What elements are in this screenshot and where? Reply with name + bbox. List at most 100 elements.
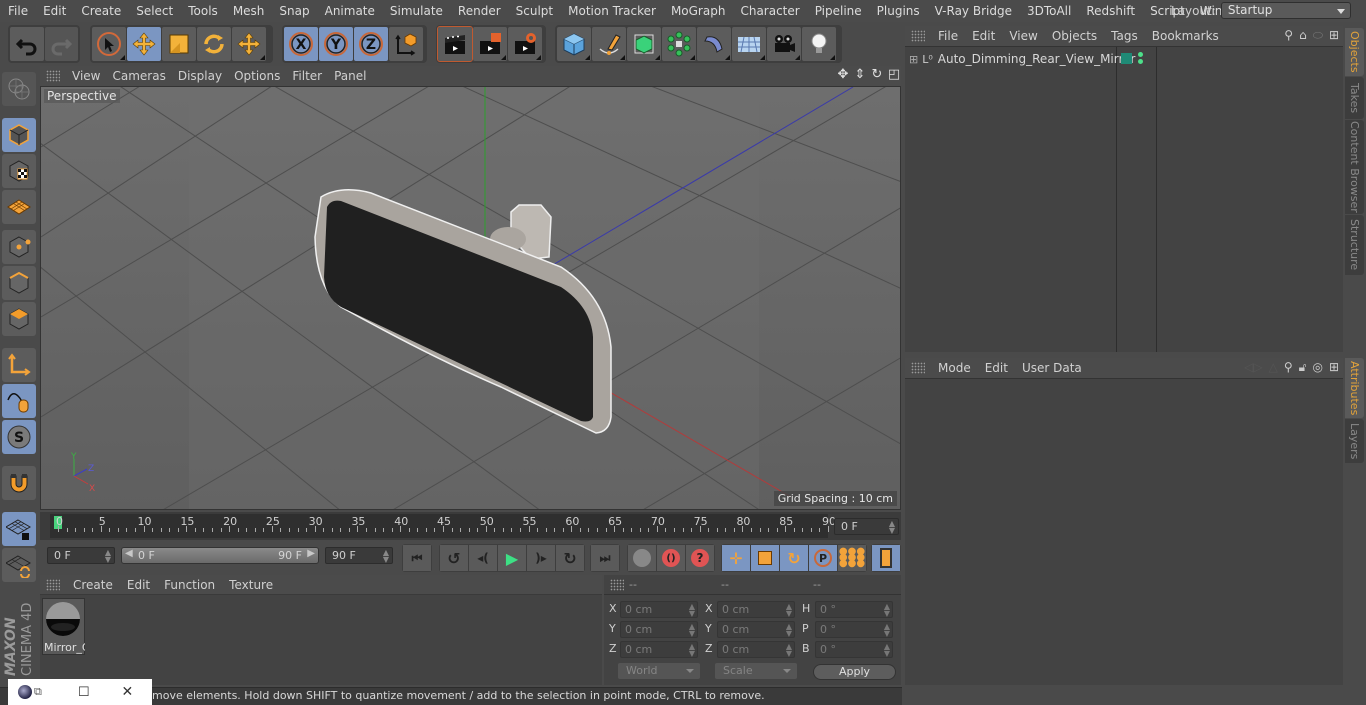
pos-z-field[interactable]: 0 cm ▲ ▼: [620, 641, 698, 658]
tab-layers[interactable]: Layers: [1345, 419, 1364, 463]
snap-button[interactable]: [2, 466, 36, 500]
spinner-icon[interactable]: ▲ ▼: [383, 549, 389, 564]
viewport-menu-display[interactable]: Display: [172, 69, 228, 83]
panel-grip-icon[interactable]: [911, 362, 925, 374]
axis-mode-button[interactable]: [2, 348, 36, 382]
object-menu-tags[interactable]: Tags: [1104, 29, 1145, 43]
coordinate-space-dropdown[interactable]: World: [618, 663, 700, 679]
camera-button[interactable]: [767, 27, 801, 61]
material-menu-function[interactable]: Function: [157, 578, 222, 592]
menu-file[interactable]: File: [0, 4, 35, 18]
menu-tools[interactable]: Tools: [180, 4, 225, 18]
move-button[interactable]: [127, 27, 161, 61]
menu-simulate[interactable]: Simulate: [382, 4, 450, 18]
restore-icon[interactable]: ⧉: [34, 685, 42, 699]
motion-record-button[interactable]: [628, 545, 656, 571]
panel-grip-icon[interactable]: [610, 578, 624, 591]
material-menu-texture[interactable]: Texture: [222, 578, 280, 592]
current-frame-field[interactable]: 0 F ▲ ▼: [834, 518, 899, 535]
expand-icon[interactable]: ⊞: [909, 53, 918, 66]
frame-range-slider[interactable]: ◀ 0 F 90 F ▶: [121, 547, 319, 564]
range-right-arrow-icon[interactable]: ▶: [307, 548, 315, 559]
coordinate-mode-dropdown[interactable]: Scale: [715, 663, 797, 679]
attribute-menu-user-data[interactable]: User Data: [1015, 361, 1089, 375]
key-rotation-button[interactable]: ↻: [780, 545, 808, 571]
object-menu-edit[interactable]: Edit: [965, 29, 1002, 43]
solo-button[interactable]: S: [2, 420, 36, 454]
orbit-icon[interactable]: ↻: [870, 67, 884, 83]
menu-create[interactable]: Create: [73, 4, 128, 18]
go-to-start-button[interactable]: ⏮: [403, 545, 431, 571]
menu-motion-tracker[interactable]: Motion Tracker: [560, 4, 663, 18]
edges-mode-button[interactable]: [2, 266, 36, 300]
menu-snap[interactable]: Snap: [271, 4, 316, 18]
viewport-menu-view[interactable]: View: [66, 69, 106, 83]
object-menu-bookmarks[interactable]: Bookmarks: [1145, 29, 1226, 43]
render-visibility-dot[interactable]: [1138, 59, 1143, 64]
previous-key-button[interactable]: ↺: [440, 545, 468, 571]
tab-content-browser[interactable]: Content Browser: [1345, 120, 1364, 214]
redo-button[interactable]: [44, 27, 78, 61]
tab-objects[interactable]: Objects: [1345, 28, 1364, 76]
next-frame-button[interactable]: )▸: [527, 545, 555, 571]
y-axis-lock-button[interactable]: Y: [319, 27, 353, 61]
timeline-ruler[interactable]: 0 5 10 15 20 25 30 35 40 45 50 55 60 65 70 75 80 85 90: [50, 514, 836, 538]
autokey-button[interactable]: (): [657, 545, 685, 571]
menu-select[interactable]: Select: [128, 4, 180, 18]
pos-y-field[interactable]: 0 cm ▲ ▼: [620, 621, 698, 638]
target-icon[interactable]: ◎: [1312, 360, 1322, 375]
make-editable-button[interactable]: [2, 72, 36, 106]
panel-grip-icon[interactable]: [46, 70, 60, 82]
size-x-field[interactable]: 0 cm ▲ ▼: [717, 601, 795, 618]
pen-spline-button[interactable]: [592, 27, 626, 61]
key-pla-button[interactable]: ●●● ●●● ●●●: [838, 545, 866, 571]
previous-frame-button[interactable]: ◂(: [469, 545, 497, 571]
new-panel-icon[interactable]: ⊞: [1329, 360, 1339, 375]
recent-tool-button[interactable]: [232, 27, 266, 61]
spinner-icon[interactable]: ▲ ▼: [105, 549, 111, 564]
keyframe-selection-button[interactable]: ?: [686, 545, 714, 571]
menu-mograph[interactable]: MoGraph: [663, 4, 733, 18]
menu-render[interactable]: Render: [450, 4, 508, 18]
layout-dropdown[interactable]: Startup: [1220, 2, 1351, 19]
menu-3dtoall[interactable]: 3DToAll: [1019, 4, 1078, 18]
tab-structure[interactable]: Structure: [1345, 215, 1364, 275]
menu-redshift[interactable]: Redshift: [1078, 4, 1142, 18]
start-frame-field[interactable]: 0 F ▲ ▼: [47, 547, 115, 564]
cinema4d-app-icon[interactable]: [18, 685, 32, 699]
panel-grip-icon[interactable]: [46, 578, 60, 591]
material-menu-create[interactable]: Create: [66, 578, 120, 592]
pan-icon[interactable]: ✥: [836, 67, 850, 83]
rot-p-field[interactable]: 0 ° ▲ ▼: [815, 621, 893, 638]
viewport-menu-panel[interactable]: Panel: [328, 69, 372, 83]
material-menu-edit[interactable]: Edit: [120, 578, 157, 592]
menu-mesh[interactable]: Mesh: [225, 4, 272, 18]
object-menu-file[interactable]: File: [931, 29, 965, 43]
editor-visibility-dot[interactable]: [1138, 52, 1143, 57]
end-frame-field[interactable]: 90 F ▲ ▼: [325, 547, 393, 564]
search-icon[interactable]: ⚲: [1284, 28, 1293, 43]
key-parameter-button[interactable]: P: [809, 545, 837, 571]
subdivision-button[interactable]: [627, 27, 661, 61]
attribute-menu-edit[interactable]: Edit: [978, 361, 1015, 375]
model-mode-button[interactable]: [2, 118, 36, 152]
zoom-icon[interactable]: ⇕: [853, 67, 867, 83]
object-name[interactable]: Auto_Dimming_Rear_View_Mirror: [938, 52, 1136, 66]
lock-icon[interactable]: 🔓︎: [1299, 360, 1307, 375]
timeline-button[interactable]: [872, 545, 900, 571]
layer-color-swatch[interactable]: [1121, 53, 1132, 64]
tab-attributes[interactable]: Attributes: [1345, 358, 1364, 418]
menu-sculpt[interactable]: Sculpt: [508, 4, 560, 18]
size-y-field[interactable]: 0 cm ▲ ▼: [717, 621, 795, 638]
light-button[interactable]: [802, 27, 836, 61]
new-panel-icon[interactable]: ⊞: [1329, 28, 1339, 43]
home-icon[interactable]: ⌂: [1299, 28, 1307, 43]
cloner-button[interactable]: [662, 27, 696, 61]
spinner-icon[interactable]: ▲ ▼: [889, 520, 895, 535]
cube-button[interactable]: [557, 27, 591, 61]
tweak-mode-button[interactable]: [2, 384, 36, 418]
workplane-align-button[interactable]: [2, 548, 36, 582]
floor-button[interactable]: [732, 27, 766, 61]
object-row[interactable]: ⊞ L⁰ Auto_Dimming_Rear_View_Mirror: [905, 49, 1341, 69]
key-position-button[interactable]: ✛: [722, 545, 750, 571]
